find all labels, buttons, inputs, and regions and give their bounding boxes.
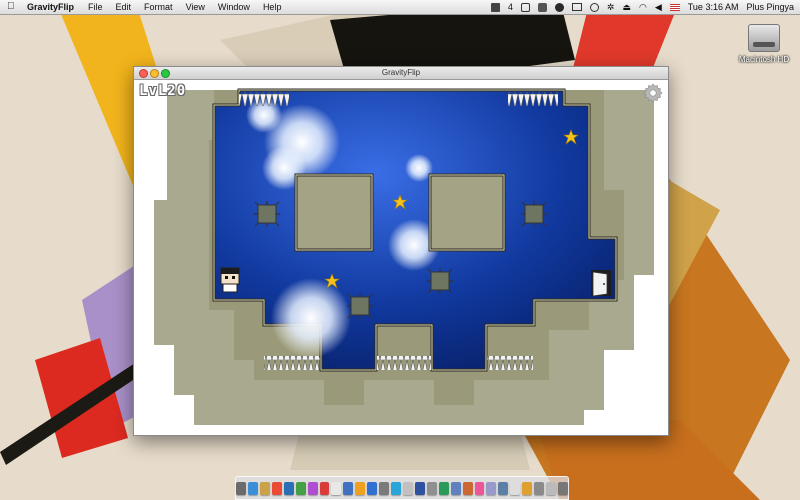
menu-bar:  GravityFlip File Edit Format View Wind… [0, 0, 800, 15]
dock-app-icon[interactable] [450, 481, 461, 495]
menu-edit[interactable]: Edit [116, 2, 132, 12]
dock-app-icon[interactable] [355, 481, 366, 495]
menu-extras: 4 ✲ ⏏ ◠ ◀ Tue 3:16 AM Plus Pingya [490, 2, 800, 13]
dock-app-icon[interactable] [248, 481, 258, 495]
window-title: GravityFlip [381, 68, 421, 77]
volume-icon[interactable]: ◀ [655, 2, 662, 13]
flag-icon[interactable] [669, 3, 680, 11]
dock-app-icon[interactable] [522, 481, 533, 495]
dock-app-icon[interactable] [474, 481, 485, 495]
dock-app-icon[interactable] [259, 481, 270, 495]
dock-app-icon[interactable] [426, 481, 437, 495]
time-machine-icon[interactable] [589, 2, 599, 12]
menu-file[interactable]: File [88, 2, 103, 12]
gear-icon[interactable] [643, 83, 663, 103]
dock-app-icon[interactable] [379, 481, 390, 495]
eject-icon[interactable]: ⏏ [622, 2, 631, 13]
dock-app-icon[interactable] [271, 481, 282, 495]
exit-door-icon [591, 270, 611, 297]
monitor-icon[interactable] [571, 3, 582, 11]
block-left [294, 173, 374, 252]
dock-app-icon[interactable] [403, 481, 413, 495]
level-map [154, 88, 654, 425]
dock-app-icon[interactable] [295, 481, 306, 495]
dock-app-icon[interactable] [546, 481, 556, 495]
dock-app-icon[interactable] [283, 481, 294, 495]
spikes-bottom-mid [377, 356, 431, 370]
menu-user[interactable]: Plus Pingya [746, 2, 794, 12]
apple-menu-icon[interactable]:  [7, 0, 17, 14]
menu-format[interactable]: Format [144, 2, 173, 12]
dock-app-icon[interactable] [462, 481, 473, 495]
dock-app-icon[interactable] [534, 481, 545, 495]
dock-app-icon[interactable] [438, 481, 449, 495]
dock-app-icon[interactable] [236, 481, 247, 495]
dock-app-icon[interactable] [486, 481, 497, 495]
spikes-bottom-right [487, 356, 533, 370]
dock [235, 476, 569, 500]
dock-app-icon[interactable] [343, 481, 354, 495]
dock-app-icon[interactable] [307, 481, 318, 495]
spiked-block [427, 268, 453, 294]
adobe-icon[interactable] [490, 2, 500, 12]
spiked-block [521, 201, 547, 227]
spiked-block [254, 201, 280, 227]
adobe-badge: 4 [507, 2, 513, 12]
desktop-disk-icon[interactable]: Macintosh HD [732, 24, 796, 64]
menu-help[interactable]: Help [263, 2, 282, 12]
menu-app-name[interactable]: GravityFlip [27, 2, 74, 12]
dock-app-icon[interactable] [414, 481, 425, 495]
disk-label: Macintosh HD [738, 55, 790, 64]
menu-window[interactable]: Window [218, 2, 250, 12]
wifi-icon[interactable]: ◠ [639, 2, 647, 13]
dock-app-icon[interactable] [331, 481, 342, 495]
evernote-icon[interactable] [537, 2, 547, 12]
level-indicator: LvL20 [139, 83, 187, 99]
spikes-top-right [508, 92, 558, 106]
dropbox-icon[interactable] [520, 2, 530, 12]
spikes-bottom-left [264, 356, 320, 370]
dock-app-icon[interactable] [319, 481, 330, 495]
window-titlebar[interactable]: GravityFlip [134, 67, 668, 80]
game-canvas[interactable]: LvL20 [134, 80, 668, 435]
dock-app-icon[interactable] [391, 481, 401, 495]
app-tray-icon[interactable] [554, 2, 564, 12]
spikes-top-left [239, 92, 289, 106]
dock-app-icon[interactable] [498, 481, 509, 495]
hard-drive-icon [748, 24, 780, 52]
player-character [220, 267, 240, 293]
bluetooth-icon[interactable]: ✲ [607, 2, 615, 13]
dock-app-icon[interactable] [367, 481, 378, 495]
menu-clock[interactable]: Tue 3:16 AM [688, 2, 739, 12]
dock-app-icon[interactable] [510, 481, 521, 495]
block-right [428, 173, 506, 252]
spiked-block [347, 293, 373, 319]
game-window: GravityFlip LvL20 [133, 66, 669, 436]
dock-app-icon[interactable] [557, 481, 568, 495]
menu-view[interactable]: View [186, 2, 205, 12]
